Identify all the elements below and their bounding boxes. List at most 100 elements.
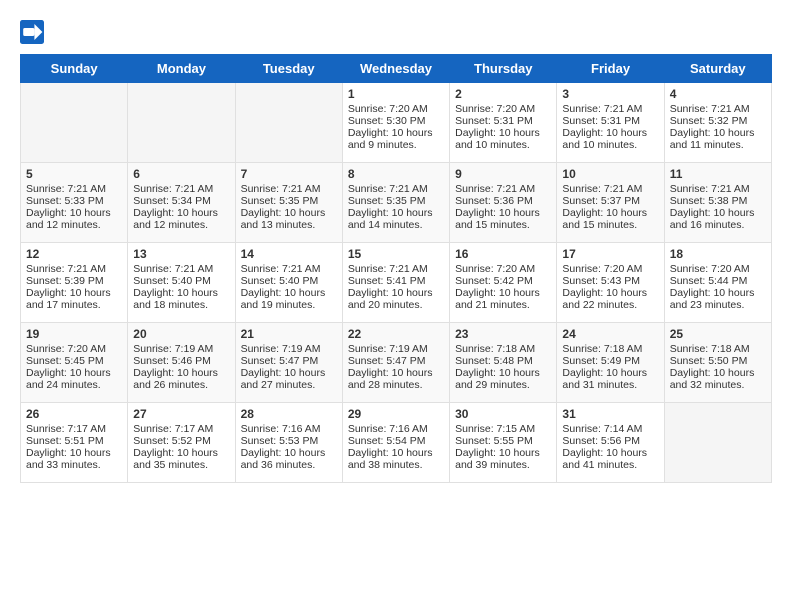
day-content-line: Daylight: 10 hours — [133, 207, 229, 219]
day-content-line: Sunset: 5:32 PM — [670, 115, 766, 127]
day-content-line: and 22 minutes. — [562, 299, 658, 311]
day-content-line: Sunrise: 7:21 AM — [241, 183, 337, 195]
day-content-line: Sunrise: 7:19 AM — [348, 343, 444, 355]
day-number: 31 — [562, 407, 658, 421]
day-content-line: Sunrise: 7:21 AM — [26, 263, 122, 275]
day-content-line: Sunrise: 7:16 AM — [241, 423, 337, 435]
day-number: 17 — [562, 247, 658, 261]
day-content-line: and 20 minutes. — [348, 299, 444, 311]
day-content-line: Sunset: 5:33 PM — [26, 195, 122, 207]
calendar-cell: 24Sunrise: 7:18 AMSunset: 5:49 PMDayligh… — [557, 323, 664, 403]
day-content-line: and 39 minutes. — [455, 459, 551, 471]
calendar-week-row: 19 Sunrise: 7:20 AMSunset: 5:45 PM Dayligh… — [21, 323, 772, 403]
calendar-cell: 28Sunrise: 7:16 AMSunset: 5:53 PMDayligh… — [235, 403, 342, 483]
day-content-line: Sunset: 5:52 PM — [133, 435, 229, 447]
day-number: 8 — [348, 167, 444, 181]
day-content-line: Daylight: 10 hours — [348, 447, 444, 459]
calendar-cell: 4Sunrise: 7:21 AMSunset: 5:32 PMDaylight… — [664, 83, 771, 163]
day-content-line: and 23 minutes. — [670, 299, 766, 311]
day-content-line: and 10 minutes. — [562, 139, 658, 151]
day-content-line: Sunset: 5:35 PM — [348, 195, 444, 207]
day-content-line: Sunset: 5:56 PM — [562, 435, 658, 447]
day-content-line: and 11 minutes. — [670, 139, 766, 151]
day-content-line: Daylight: 10 hours — [133, 367, 229, 379]
day-content-line: and 18 minutes. — [133, 299, 229, 311]
day-content-line: Sunrise: 7:19 AM — [133, 343, 229, 355]
day-content-line: Sunset: 5:31 PM — [562, 115, 658, 127]
day-content-line: and 24 minutes. — [26, 379, 122, 391]
day-content-line: and 15 minutes. — [562, 219, 658, 231]
day-content-line: Sunset: 5:41 PM — [348, 275, 444, 287]
day-content-line: Sunrise: 7:20 AM — [562, 263, 658, 275]
day-content-line: Sunrise: 7:21 AM — [133, 183, 229, 195]
day-content-line: and 35 minutes. — [133, 459, 229, 471]
day-content-line: Daylight: 10 hours — [26, 287, 122, 299]
day-content-line: Sunrise: 7:20 AM — [26, 343, 122, 355]
day-content-line: Daylight: 10 hours — [562, 447, 658, 459]
day-content-line: Sunrise: 7:17 AM — [26, 423, 122, 435]
day-number: 15 — [348, 247, 444, 261]
calendar-cell: 25Sunrise: 7:18 AMSunset: 5:50 PMDayligh… — [664, 323, 771, 403]
day-content-line: Sunset: 5:34 PM — [133, 195, 229, 207]
day-content-line: and 41 minutes. — [562, 459, 658, 471]
logo-icon — [20, 20, 44, 44]
day-number: 2 — [455, 87, 551, 101]
day-content-line: Daylight: 10 hours — [241, 367, 337, 379]
day-content-line: Sunset: 5:38 PM — [670, 195, 766, 207]
day-number: 3 — [562, 87, 658, 101]
day-content-line: Daylight: 10 hours — [348, 287, 444, 299]
day-content-line: Daylight: 10 hours — [455, 207, 551, 219]
calendar-cell: 30Sunrise: 7:15 AMSunset: 5:55 PMDayligh… — [450, 403, 557, 483]
day-number: 9 — [455, 167, 551, 181]
day-number: 27 — [133, 407, 229, 421]
day-number: 11 — [670, 167, 766, 181]
day-content-line: Sunrise: 7:21 AM — [562, 183, 658, 195]
day-number: 5 — [26, 167, 122, 181]
day-content-line: Sunrise: 7:15 AM — [455, 423, 551, 435]
day-content-line: and 28 minutes. — [348, 379, 444, 391]
day-number: 1 — [348, 87, 444, 101]
day-header-monday: Monday — [128, 55, 235, 83]
day-content-line: Daylight: 10 hours — [562, 207, 658, 219]
day-number: 29 — [348, 407, 444, 421]
calendar-cell: 1Sunrise: 7:20 AMSunset: 5:30 PMDaylight… — [342, 83, 449, 163]
calendar-cell: 23Sunrise: 7:18 AMSunset: 5:48 PMDayligh… — [450, 323, 557, 403]
calendar-cell: 19Sunrise: 7:20 AMSunset: 5:45 PMDayligh… — [21, 323, 128, 403]
day-content-line: Sunset: 5:30 PM — [348, 115, 444, 127]
day-number: 24 — [562, 327, 658, 341]
day-content-line: Sunrise: 7:19 AM — [241, 343, 337, 355]
day-header-thursday: Thursday — [450, 55, 557, 83]
calendar-cell — [128, 83, 235, 163]
day-content-line: Daylight: 10 hours — [348, 207, 444, 219]
day-content-line: Sunset: 5:55 PM — [455, 435, 551, 447]
day-number: 6 — [133, 167, 229, 181]
day-content-line: Sunrise: 7:21 AM — [348, 263, 444, 275]
day-number: 19 — [26, 327, 122, 341]
day-content-line: and 26 minutes. — [133, 379, 229, 391]
day-content-line: and 32 minutes. — [670, 379, 766, 391]
day-content-line: Daylight: 10 hours — [133, 447, 229, 459]
calendar-cell: 31Sunrise: 7:14 AMSunset: 5:56 PMDayligh… — [557, 403, 664, 483]
day-content-line: Daylight: 10 hours — [562, 367, 658, 379]
day-content-line: Daylight: 10 hours — [348, 127, 444, 139]
day-content-line: Daylight: 10 hours — [133, 287, 229, 299]
day-content-line: Daylight: 10 hours — [26, 207, 122, 219]
day-content-line: Daylight: 10 hours — [562, 287, 658, 299]
calendar-week-row: 26Sunrise: 7:17 AMSunset: 5:51 PMDayligh… — [21, 403, 772, 483]
day-content-line: and 14 minutes. — [348, 219, 444, 231]
day-content-line: Sunset: 5:48 PM — [455, 355, 551, 367]
day-content-line: and 15 minutes. — [455, 219, 551, 231]
day-content-line: and 36 minutes. — [241, 459, 337, 471]
day-content-line: Sunset: 5:45 PM — [26, 355, 122, 367]
day-header-tuesday: Tuesday — [235, 55, 342, 83]
day-content-line: Sunset: 5:46 PM — [133, 355, 229, 367]
day-content-line: Sunset: 5:35 PM — [241, 195, 337, 207]
calendar-cell: 20Sunrise: 7:19 AMSunset: 5:46 PMDayligh… — [128, 323, 235, 403]
day-content-line: Sunset: 5:40 PM — [241, 275, 337, 287]
day-content-line: Sunset: 5:37 PM — [562, 195, 658, 207]
day-content-line: Sunset: 5:31 PM — [455, 115, 551, 127]
day-content-line: and 12 minutes. — [133, 219, 229, 231]
calendar-cell: 18Sunrise: 7:20 AMSunset: 5:44 PMDayligh… — [664, 243, 771, 323]
calendar-cell: 5Sunrise: 7:21 AMSunset: 5:33 PMDaylight… — [21, 163, 128, 243]
day-content-line: and 9 minutes. — [348, 139, 444, 151]
